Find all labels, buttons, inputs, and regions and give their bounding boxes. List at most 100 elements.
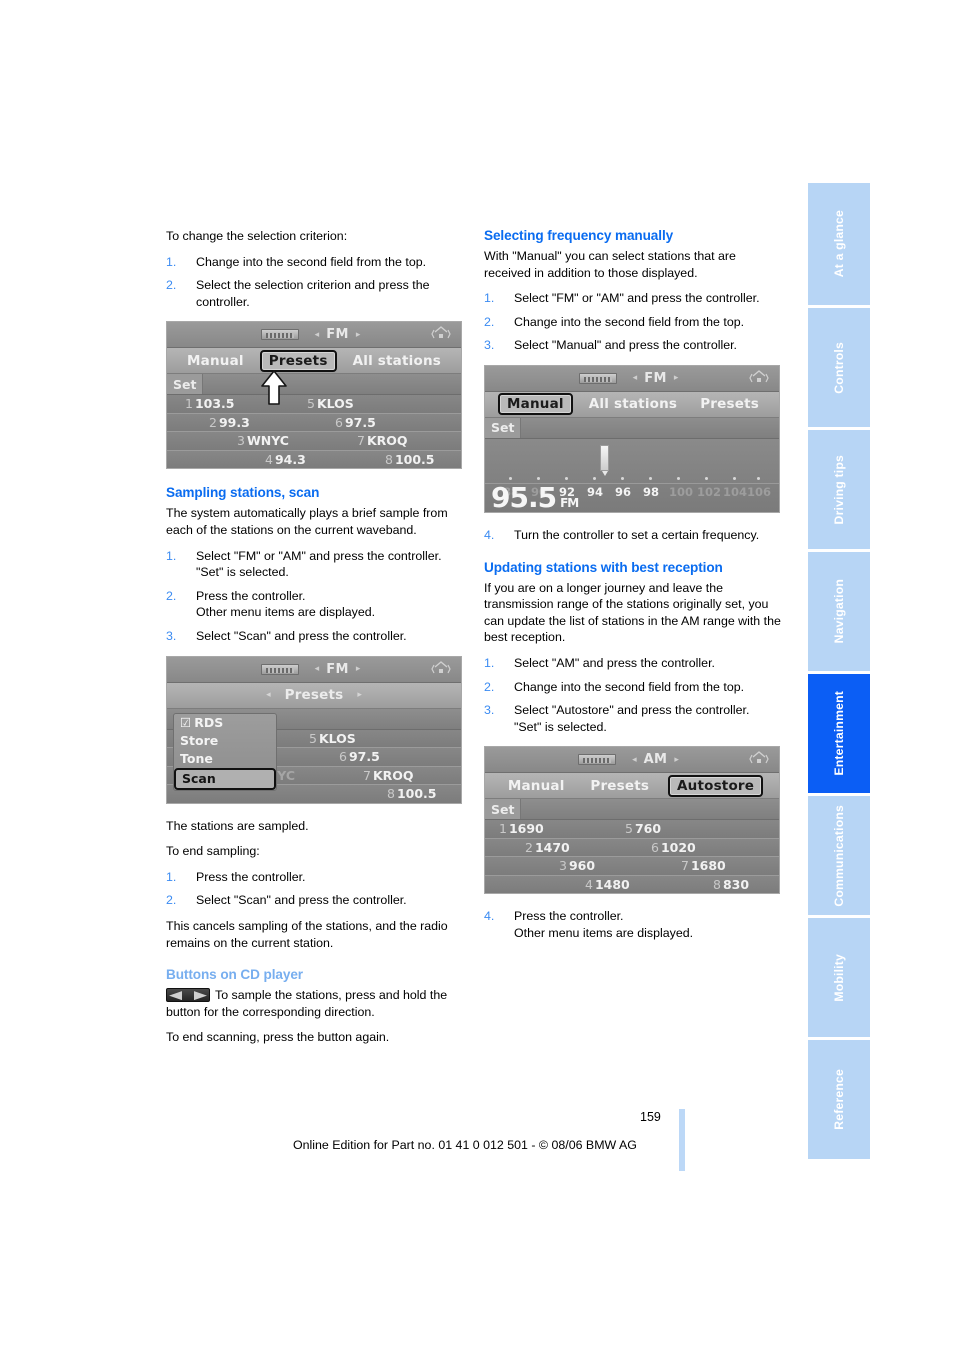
intro-line: To change the selection criterion:: [166, 229, 348, 243]
sidebar-item-communications[interactable]: Communications: [808, 796, 870, 915]
scale-label: 94: [586, 484, 604, 499]
table-row[interactable]: 2 1470 6 1020: [485, 838, 779, 858]
sidebar-item-driving-tips[interactable]: Driving tips: [808, 430, 870, 549]
tab-autostore[interactable]: Autostore: [667, 774, 764, 797]
step-number: 2.: [166, 893, 177, 908]
sampling-step-list: 1. Select "FM" or "AM" and press the con…: [166, 548, 466, 645]
cd-paragraph: To sample the stations, press and hold t…: [166, 987, 466, 1020]
preset-value: 100.5: [396, 786, 437, 802]
table-row[interactable]: 4 94.3 8 100.5: [167, 450, 461, 469]
preset-index: 5: [307, 396, 315, 412]
sidebar-item-label: At a glance: [832, 210, 846, 278]
frequency-needle[interactable]: [600, 444, 609, 476]
scale-label: 100: [668, 484, 694, 499]
tab-all-stations[interactable]: All stations: [346, 352, 448, 370]
heading-buttons-cd-player: Buttons on CD player: [166, 967, 303, 983]
table-row[interactable]: 3 WNYC 7 KROQ: [167, 432, 461, 451]
updating-paragraph: If you are on a longer journey and leave…: [484, 580, 781, 645]
chevron-right-icon: ▸: [355, 329, 361, 340]
seek-left-right-button-icon: [166, 988, 210, 1003]
menu-item-rds[interactable]: ☑ RDS: [174, 714, 276, 732]
preset-index: 6: [335, 414, 343, 430]
page-number: 159: [640, 1110, 661, 1124]
preset-list: 1 103.5 5 KLOS 2 99.3 6 97.5 3 WNYC 7 KROQ 4 94…: [167, 395, 461, 469]
table-row[interactable]: 1 103.5 5 KLOS: [167, 395, 461, 414]
tab-manual[interactable]: Manual: [501, 777, 572, 795]
cancel-paragraph: This cancels sampling of the stations, a…: [166, 918, 448, 950]
step-subtext: Other menu items are displayed.: [196, 605, 376, 620]
preset-index: 1: [499, 821, 507, 837]
step-number: 3.: [166, 628, 177, 643]
frequency-scale[interactable]: 88 90 92 94 96 98 100 102 104 106 95.5 FM: [485, 438, 779, 512]
radio-set-row: Set: [167, 374, 461, 396]
list-item: 1. Press the controller.: [166, 869, 466, 886]
heading-sampling-stations: Sampling stations, scan: [166, 485, 320, 501]
sidebar-item-entertainment[interactable]: Entertainment: [808, 674, 870, 793]
home-icon: [749, 369, 769, 387]
menu-item-store[interactable]: Store: [174, 732, 276, 750]
step-text: Select "FM" or "AM" and press the contro…: [514, 291, 760, 306]
nav-presets-label[interactable]: Presets: [278, 686, 351, 704]
menu-item-tone[interactable]: Tone: [174, 750, 276, 768]
current-frequency-display: 95.5 FM: [491, 481, 579, 512]
sidebar-item-label: Driving tips: [832, 454, 846, 525]
manual-step4-list: 4. Turn the controller to set a certain …: [484, 527, 784, 544]
tab-manual[interactable]: Manual: [180, 352, 251, 370]
step-number: 2.: [166, 278, 177, 293]
step-text: Select "FM" or "AM" and press the contro…: [196, 548, 442, 563]
sidebar-item-at-a-glance[interactable]: At a glance: [808, 183, 870, 305]
radio-tab-row: Manual Presets All stations: [167, 348, 461, 375]
preset-index: 4: [265, 451, 273, 467]
tab-presets[interactable]: Presets: [583, 777, 656, 795]
heading-updating-stations: Updating stations with best reception: [484, 559, 723, 575]
list-item: 2. Select "Scan" and press the controlle…: [166, 892, 466, 909]
table-row[interactable]: 1 1690 5 760: [485, 820, 779, 839]
preset-index: 2: [525, 839, 533, 855]
set-button[interactable]: Set: [167, 374, 204, 395]
table-row[interactable]: 3 960 7 1680: [485, 857, 779, 876]
tab-manual[interactable]: Manual: [498, 393, 573, 416]
sidebar-item-controls[interactable]: Controls: [808, 308, 870, 427]
set-button[interactable]: Set: [485, 417, 522, 438]
home-icon: [431, 325, 451, 343]
chevron-right-icon: ▸: [674, 754, 679, 765]
preset-index: 5: [309, 730, 317, 746]
radio-topbar: ◂ FM ▸: [167, 656, 461, 683]
menu-item-scan[interactable]: Scan: [174, 767, 276, 790]
sidebar-item-label: Entertainment: [832, 691, 846, 776]
set-button[interactable]: Set: [485, 799, 522, 820]
sidebar-item-navigation[interactable]: Navigation: [808, 552, 870, 671]
step-text: Select "Scan" and press the controller.: [196, 628, 407, 643]
list-item: 1. Select "AM" and press the controller.: [484, 655, 784, 672]
sidebar-item-reference[interactable]: Reference: [808, 1040, 870, 1159]
list-item: 2. Change into the second field from the…: [484, 314, 784, 331]
radio-screenshot-presets: ◂ FM ▸ Manual Presets All stations Set 1…: [166, 321, 462, 470]
band-label: AM: [643, 752, 668, 768]
tab-all-stations[interactable]: All stations: [582, 395, 684, 413]
step-text: Select "AM" and press the controller.: [514, 655, 715, 670]
list-item: 3. Select "Scan" and press the controlle…: [166, 628, 466, 645]
radio-tab-row: Manual Presets Autostore: [485, 773, 779, 800]
tab-presets[interactable]: Presets: [693, 395, 766, 413]
table-row[interactable]: 2 99.3 6 97.5: [167, 413, 461, 433]
step-text: Press the controller.: [196, 588, 306, 603]
updating-step4-list: 4. Press the controller. Other menu item…: [484, 908, 784, 941]
end-sampling-step-list: 1. Press the controller. 2. Select "Scan…: [166, 869, 466, 909]
chevron-left-icon: ◂: [266, 690, 271, 701]
sidebar-item-mobility[interactable]: Mobility: [808, 918, 870, 1037]
chapter-tab-sidebar: At a glance Controls Driving tips Naviga…: [808, 183, 870, 1162]
preset-value: KROQ: [366, 433, 408, 449]
preset-index: 8: [387, 786, 395, 802]
tab-presets[interactable]: Presets: [259, 349, 337, 372]
preset-index: 5: [625, 821, 633, 837]
list-item: 1. Select "FM" or "AM" and press the con…: [166, 548, 466, 581]
cassette-icon: [578, 372, 617, 384]
step-text: Press the controller.: [196, 869, 306, 884]
online-edition-notice: Online Edition for Part no. 01 41 0 012 …: [293, 1138, 637, 1152]
preset-value: KLOS: [316, 396, 354, 412]
cassette-icon: [578, 754, 617, 766]
chevron-right-icon: ▸: [355, 664, 361, 675]
table-row[interactable]: 4 1480 8 830: [485, 875, 779, 894]
sidebar-item-label: Communications: [832, 804, 846, 907]
step-text: Select "Scan" and press the controller.: [196, 893, 407, 908]
